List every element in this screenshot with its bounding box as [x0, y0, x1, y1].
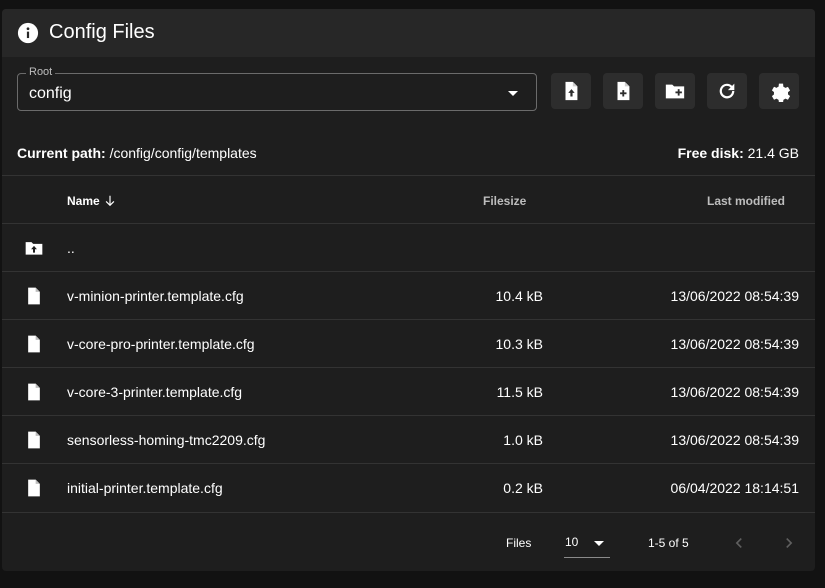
folder-plus-icon [665, 84, 685, 99]
chevron-right-icon [786, 538, 793, 548]
gear-icon [771, 83, 790, 102]
pagination-range: 1-5 of 5 [648, 536, 689, 550]
file-name: sensorless-homing-tmc2209.cfg [67, 432, 266, 448]
folder-up-icon [25, 242, 43, 255]
file-icon [28, 335, 40, 353]
next-page-button[interactable] [777, 531, 801, 555]
current-path-label: Current path: [17, 145, 106, 161]
file-size: 11.5 kB [496, 384, 543, 400]
table-row[interactable]: sensorless-homing-tmc2209.cfg 1.0 kB 13/… [2, 416, 815, 464]
file-plus-icon [617, 81, 630, 101]
root-select-value: config [29, 85, 72, 102]
refresh-button[interactable] [707, 73, 747, 109]
column-header-name-label: Name [67, 194, 100, 208]
root-select[interactable]: Root config [17, 66, 537, 111]
file-modified: 13/06/2022 08:54:39 [670, 288, 799, 304]
chevron-left-icon [735, 538, 742, 548]
config-files-card: Config Files Root config Current path: /… [2, 9, 815, 571]
file-name: v-core-pro-printer.template.cfg [67, 336, 255, 352]
file-size: 1.0 kB [503, 432, 543, 448]
divider [2, 175, 815, 176]
divider [2, 512, 815, 513]
file-size: 0.2 kB [503, 480, 543, 496]
files-per-page-select[interactable]: 10 [564, 529, 610, 558]
column-header-last-modified[interactable]: Last modified [707, 194, 785, 208]
page-title: Config Files [49, 21, 155, 43]
column-header-name[interactable]: Name [67, 194, 117, 208]
table-row[interactable]: v-minion-printer.template.cfg 10.4 kB 13… [2, 272, 815, 320]
file-upload-icon [565, 81, 578, 101]
file-icon [28, 479, 40, 497]
file-icon [28, 383, 40, 401]
file-name: initial-printer.template.cfg [67, 480, 223, 496]
card-header: Config Files [2, 9, 815, 57]
root-select-label: Root [26, 66, 56, 78]
file-name: v-core-3-printer.template.cfg [67, 384, 243, 400]
file-size: 10.3 kB [495, 336, 543, 352]
file-modified: 13/06/2022 08:54:39 [670, 432, 799, 448]
file-modified: 06/04/2022 18:14:51 [670, 480, 799, 496]
file-modified: 13/06/2022 08:54:39 [670, 336, 799, 352]
caret-down-icon [508, 91, 518, 96]
parent-folder-label: .. [67, 240, 75, 256]
table-row-parent[interactable]: .. [2, 224, 815, 272]
free-disk-label: Free disk: [677, 145, 744, 161]
table-row[interactable]: v-core-3-printer.template.cfg 11.5 kB 13… [2, 368, 815, 416]
file-icon [28, 431, 40, 449]
refresh-icon [719, 83, 735, 99]
current-path: Current path: /config/config/templates [17, 145, 257, 161]
create-file-button[interactable] [603, 73, 643, 109]
file-name: v-minion-printer.template.cfg [67, 288, 244, 304]
table-row[interactable]: v-core-pro-printer.template.cfg 10.3 kB … [2, 320, 815, 368]
create-folder-button[interactable] [655, 73, 695, 109]
previous-page-button[interactable] [727, 531, 751, 555]
caret-down-icon [594, 541, 604, 546]
files-per-page-label: Files [506, 536, 532, 550]
free-disk: Free disk: 21.4 GB [678, 145, 799, 161]
free-disk-value: 21.4 GB [747, 145, 799, 161]
column-header-filesize[interactable]: Filesize [483, 194, 526, 208]
upload-file-button[interactable] [551, 73, 591, 109]
arrow-down-icon [105, 195, 115, 207]
files-per-page-value: 10 [565, 535, 579, 549]
file-modified: 13/06/2022 08:54:39 [670, 384, 799, 400]
file-icon [28, 287, 40, 305]
table-row[interactable]: initial-printer.template.cfg 0.2 kB 06/0… [2, 464, 815, 512]
info-icon [17, 22, 39, 44]
current-path-value: /config/config/templates [109, 145, 257, 161]
file-size: 10.4 kB [495, 288, 543, 304]
settings-button[interactable] [759, 73, 799, 109]
